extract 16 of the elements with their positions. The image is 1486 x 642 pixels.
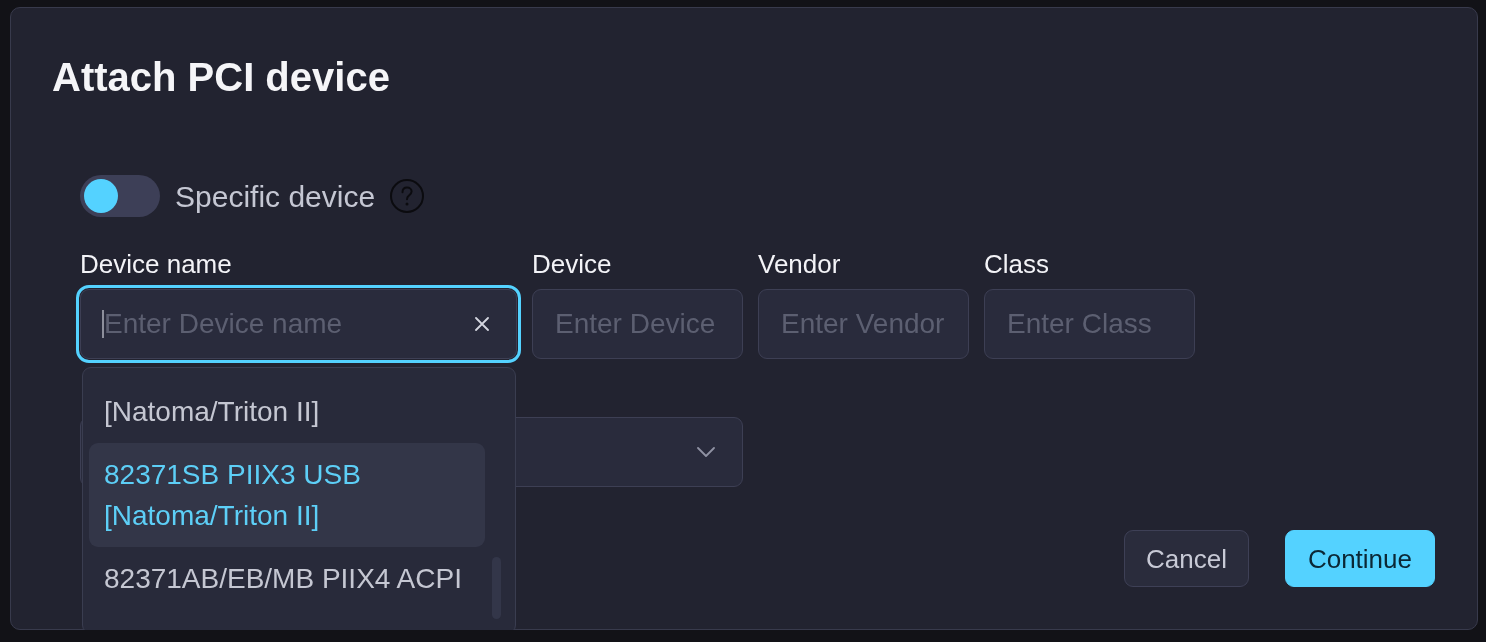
cancel-button[interactable]: Cancel — [1124, 530, 1249, 587]
chevron-down-icon — [697, 447, 715, 457]
close-icon — [475, 317, 489, 331]
toggle-label: Specific device — [175, 178, 376, 214]
field-label: Device name — [80, 249, 233, 279]
toggle-switch[interactable] — [80, 175, 160, 217]
continue-button[interactable]: Continue — [1284, 530, 1435, 587]
text-cursor — [102, 310, 104, 338]
field-label: Device — [532, 249, 613, 279]
field-label: Vendor — [758, 249, 842, 279]
dropdown-option[interactable]: 82371SB PIIX3 USB [Natoma/Triton II] — [89, 443, 485, 547]
dialog-title: Attach PCI device — [52, 54, 390, 101]
dropdown-option[interactable]: [Natoma/Triton II] — [89, 380, 485, 443]
dropdown-option[interactable]: 82371AB/EB/MB PIIX4 ACPI — [89, 547, 485, 610]
field-label: Class — [984, 249, 1050, 279]
clear-button[interactable] — [475, 317, 489, 331]
